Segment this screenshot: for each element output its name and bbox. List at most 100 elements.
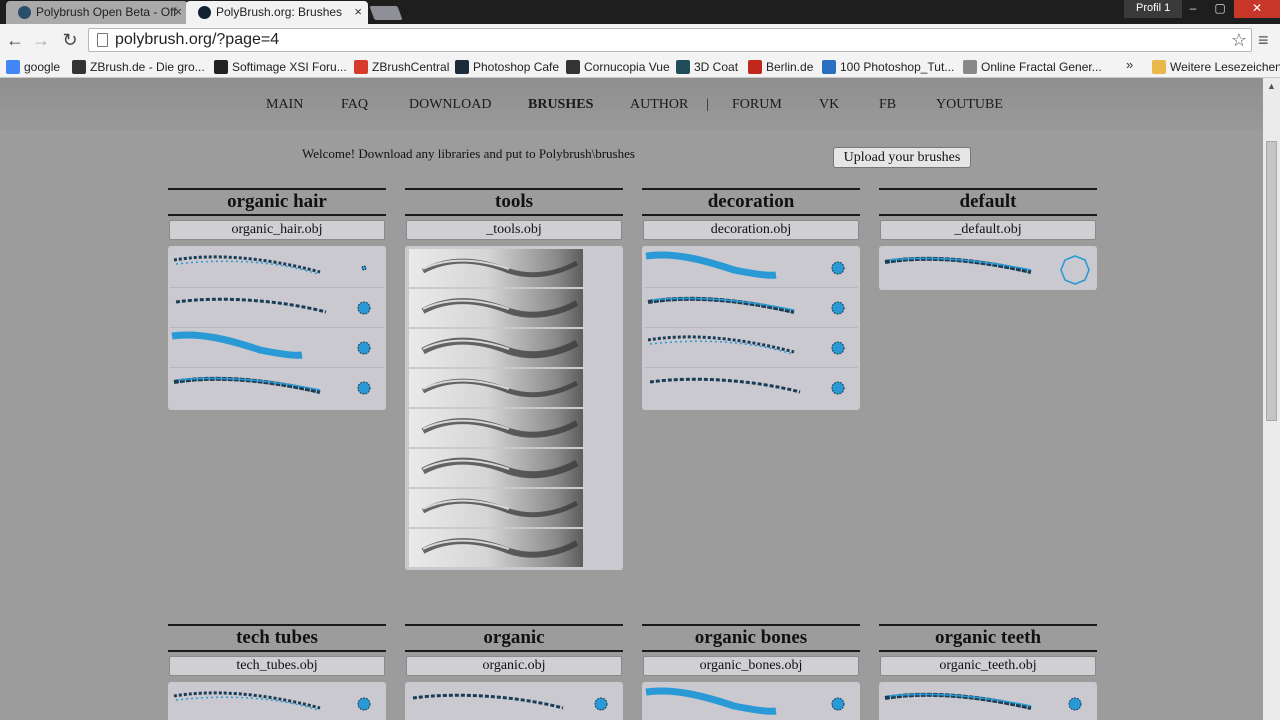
zbrush-de-icon (72, 60, 86, 74)
brush-preview[interactable] (644, 684, 858, 720)
berlin-icon (748, 60, 762, 74)
library-download-button[interactable]: _default.obj (880, 220, 1096, 240)
brush-preview[interactable] (170, 684, 384, 720)
nav-link-brushes[interactable]: BRUSHES (528, 97, 593, 113)
brush-preview[interactable] (644, 328, 858, 368)
tab-close-icon[interactable]: × (174, 1, 182, 23)
tab-polybrush-beta[interactable]: Polybrush Open Beta - Off × (6, 1, 188, 24)
library-download-button[interactable]: organic_teeth.obj (880, 656, 1096, 676)
cornucopia-icon (566, 60, 580, 74)
bookmark-item[interactable]: 3D Coat (676, 58, 738, 76)
bookmark-label: 3D Coat (694, 60, 739, 74)
reload-icon[interactable]: ↻ (59, 29, 81, 51)
brush-preview-panel (168, 682, 386, 720)
nav-link-fb[interactable]: FB (879, 97, 896, 113)
brush-preview[interactable] (170, 368, 384, 408)
brush-preview[interactable] (407, 684, 621, 720)
3dcoat-icon (676, 60, 690, 74)
profile-button[interactable]: Profil 1 (1124, 0, 1183, 18)
brush-preview[interactable] (407, 448, 621, 488)
upload-brushes-button[interactable]: Upload your brushes (833, 147, 971, 168)
brush-preview[interactable] (644, 248, 858, 288)
minimize-icon[interactable]: – (1180, 0, 1206, 18)
back-arrow-icon[interactable]: ← (4, 29, 26, 51)
library-title: organic hair (168, 188, 386, 216)
bookmark-item[interactable]: ZBrush.de - Die gro... (72, 58, 205, 76)
nav-link-forum[interactable]: FORUM (732, 97, 782, 113)
brush-preview[interactable] (407, 288, 621, 328)
photoshop-cafe-icon (455, 60, 469, 74)
polybrush-favicon-icon (198, 6, 211, 19)
nav-link-youtube[interactable]: YOUTUBE (936, 97, 1003, 113)
bookmarks-bar: » Weitere Lesezeichen google ZBrush.de - … (0, 56, 1280, 78)
brush-preview[interactable] (881, 248, 1095, 288)
brush-stroke-image (409, 369, 583, 407)
welcome-message: Welcome! Download any libraries and put … (302, 146, 635, 161)
nav-link-vk[interactable]: VK (819, 97, 839, 113)
bookmark-item[interactable]: Cornucopia Vue (566, 58, 670, 76)
forward-arrow-icon[interactable]: → (30, 29, 52, 51)
brush-preview[interactable] (407, 248, 621, 288)
bookmark-item[interactable]: Online Fractal Gener... (963, 58, 1102, 76)
bookmark-item[interactable]: Photoshop Cafe (455, 58, 559, 76)
library-download-button[interactable]: organic.obj (406, 656, 622, 676)
page-icon (97, 33, 108, 47)
bookmark-item[interactable]: Softimage XSI Foru... (214, 58, 347, 76)
nav-link-main[interactable]: MAIN (266, 97, 303, 113)
brush-preview[interactable] (881, 684, 1095, 720)
library-title: tech tubes (168, 624, 386, 652)
scrollbar-thumb[interactable] (1266, 141, 1277, 421)
brush-preview[interactable] (170, 288, 384, 328)
site-navigation: | MAIN FAQ DOWNLOAD BRUSHES AUTHOR FORUM VK FB Y… (0, 78, 1263, 130)
photoshop-tut-icon (822, 60, 836, 74)
chrome-menu-icon[interactable]: ≡ (1258, 30, 1269, 50)
brush-preview[interactable] (170, 248, 384, 288)
library-download-button[interactable]: _tools.obj (406, 220, 622, 240)
brush-preview[interactable] (407, 408, 621, 448)
library-title: organic bones (642, 624, 860, 652)
tab-close-icon[interactable]: × (354, 1, 362, 23)
url-text[interactable]: polybrush.org/?page=4 (115, 30, 279, 50)
brush-preview[interactable] (644, 368, 858, 408)
brush-stroke-image (409, 329, 583, 367)
bookmark-star-icon[interactable]: ☆ (1231, 29, 1247, 51)
library-title: organic teeth (879, 624, 1097, 652)
library-download-button[interactable]: decoration.obj (643, 220, 859, 240)
nav-link-download[interactable]: DOWNLOAD (409, 97, 491, 113)
brush-preview-panel (405, 246, 623, 570)
address-bar[interactable]: polybrush.org/?page=4 ☆ (88, 28, 1252, 52)
nav-link-author[interactable]: AUTHOR (630, 97, 688, 113)
brush-preview[interactable] (407, 528, 621, 568)
library-download-button[interactable]: tech_tubes.obj (169, 656, 385, 676)
bookmark-label: 100 Photoshop_Tut... (840, 60, 955, 74)
brush-stroke-image (409, 449, 583, 487)
softimage-icon (214, 60, 228, 74)
folder-icon (1152, 60, 1166, 74)
bookmark-label: Softimage XSI Foru... (232, 60, 347, 74)
tab-polybrush-brushes[interactable]: PolyBrush.org: Brushes × (186, 1, 368, 24)
close-window-icon[interactable]: ✕ (1234, 0, 1280, 18)
library-title: decoration (642, 188, 860, 216)
brush-preview[interactable] (407, 488, 621, 528)
bookmark-item[interactable]: 100 Photoshop_Tut... (822, 58, 954, 76)
bookmark-label: ZBrush.de - Die gro... (90, 60, 205, 74)
brush-preview[interactable] (407, 328, 621, 368)
bookmark-item[interactable]: Berlin.de (748, 58, 813, 76)
brush-preview-panel (879, 682, 1097, 720)
bookmark-item[interactable]: ZBrushCentral (354, 58, 449, 76)
bookmark-item[interactable]: google (6, 58, 60, 76)
bookmarks-overflow-icon[interactable]: » (1126, 57, 1133, 72)
new-tab-button[interactable] (369, 6, 403, 20)
library-download-button[interactable]: organic_bones.obj (643, 656, 859, 676)
nav-link-faq[interactable]: FAQ (341, 97, 368, 113)
brush-stroke-image (409, 289, 583, 327)
brush-preview[interactable] (644, 288, 858, 328)
maximize-icon[interactable]: ▢ (1206, 0, 1234, 18)
page-scrollbar[interactable]: ▲ (1263, 78, 1280, 720)
scroll-up-arrow-icon[interactable]: ▲ (1263, 78, 1280, 94)
brush-preview[interactable] (170, 328, 384, 368)
library-download-button[interactable]: organic_hair.obj (169, 220, 385, 240)
brush-preview[interactable] (407, 368, 621, 408)
bookmark-label: Photoshop Cafe (473, 60, 560, 74)
other-bookmarks-folder[interactable]: Weitere Lesezeichen (1152, 58, 1280, 76)
